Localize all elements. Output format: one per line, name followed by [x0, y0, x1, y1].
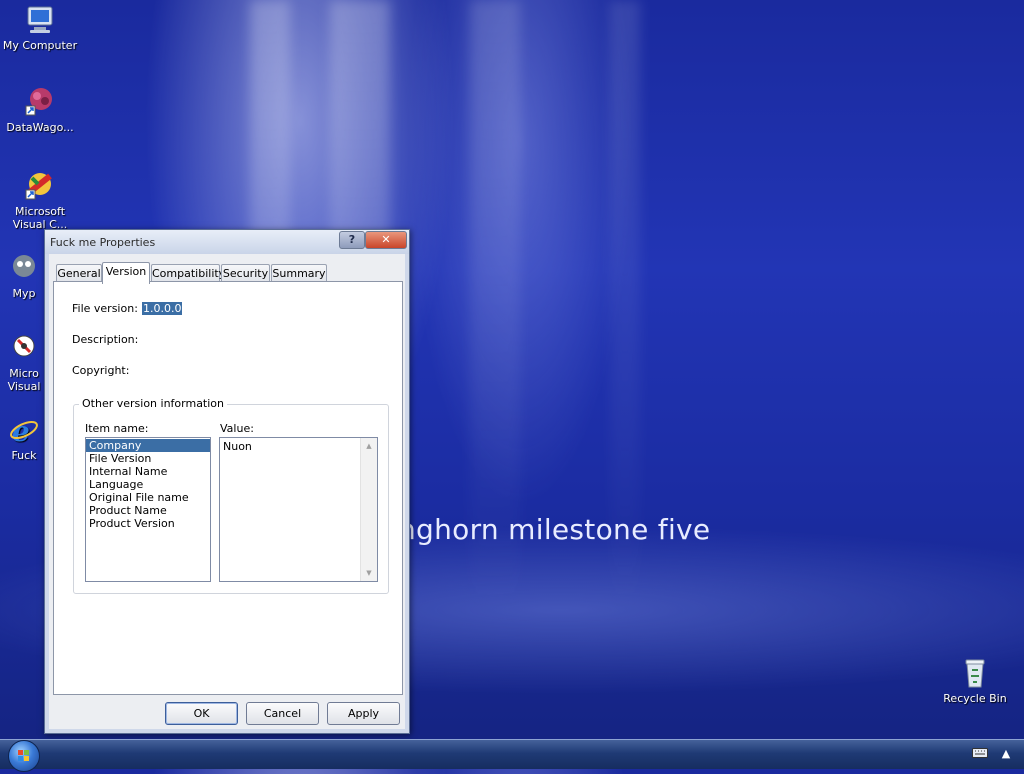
- dialog-client-area: General Version Compatibility Security S…: [49, 254, 405, 729]
- apply-button[interactable]: Apply: [327, 702, 400, 725]
- value-scrollbar[interactable]: ▲ ▼: [360, 438, 377, 581]
- computer-icon: [24, 4, 56, 36]
- description-label: Description:: [72, 333, 139, 346]
- svg-text:e: e: [12, 415, 30, 446]
- help-button[interactable]: ?: [339, 231, 365, 249]
- list-item[interactable]: Language: [86, 478, 210, 491]
- dialog-title: Fuck me Properties: [50, 236, 156, 249]
- file-version-value[interactable]: 1.0.0.0: [142, 302, 183, 315]
- desktop-icon-label: Micro Visual: [7, 367, 41, 393]
- copyright-label: Copyright:: [72, 364, 130, 377]
- desktop-icon-label: Recycle Bin: [943, 692, 1007, 705]
- version-tab-panel: File version: 1.0.0.0 Description: Copyr…: [53, 281, 403, 695]
- keyboard-icon[interactable]: [972, 747, 988, 761]
- desktop-icon-recycle-bin[interactable]: Recycle Bin: [935, 657, 1015, 705]
- tab-general[interactable]: General: [56, 264, 102, 282]
- visual-studio-icon: [24, 170, 56, 202]
- group-title: Other version information: [79, 397, 228, 410]
- list-item[interactable]: File Version: [86, 452, 210, 465]
- desktop-icon-datawagon[interactable]: DataWago...: [0, 86, 80, 134]
- value-text[interactable]: Nuon: [220, 438, 377, 453]
- taskbar: ▲: [0, 739, 1024, 772]
- scroll-up-arrow-icon[interactable]: ▲: [361, 438, 377, 454]
- cancel-button[interactable]: Cancel: [246, 702, 319, 725]
- list-item[interactable]: Product Version: [86, 517, 210, 530]
- item-name-label: Item name:: [85, 422, 149, 435]
- desktop-icon-label: Myp: [12, 287, 36, 300]
- file-version-label: File version:: [72, 302, 138, 315]
- close-button[interactable]: ✕: [365, 231, 407, 249]
- chevron-up-icon[interactable]: ▲: [998, 747, 1014, 761]
- shortcut-icon: [8, 332, 40, 364]
- recycle-bin-icon: [959, 657, 991, 689]
- ok-button[interactable]: OK: [165, 702, 238, 725]
- value-textbox[interactable]: Nuon ▲ ▼: [219, 437, 378, 582]
- system-tray: ▲: [968, 740, 1024, 769]
- start-orb-icon[interactable]: [8, 740, 40, 772]
- shortcut-icon: [8, 252, 40, 284]
- tab-compatibility[interactable]: Compatibility: [151, 264, 225, 282]
- properties-dialog: Fuck me Properties ? ✕ General Version C…: [44, 229, 410, 734]
- item-name-list[interactable]: Company File Version Internal Name Langu…: [85, 437, 211, 582]
- tab-security[interactable]: Security: [221, 264, 270, 282]
- internet-explorer-icon: e: [8, 414, 40, 448]
- list-item[interactable]: Product Name: [86, 504, 210, 517]
- wallpaper-text: nghorn milestone five: [398, 513, 711, 546]
- desktop-icon-label: My Computer: [2, 39, 78, 52]
- other-version-info-group: Other version information Item name: Val…: [73, 397, 389, 594]
- list-item[interactable]: Internal Name: [86, 465, 210, 478]
- scroll-down-arrow-icon[interactable]: ▼: [361, 565, 377, 581]
- tab-summary[interactable]: Summary: [271, 264, 327, 282]
- list-item[interactable]: Original File name: [86, 491, 210, 504]
- desktop-icon-my-computer[interactable]: My Computer: [0, 4, 80, 52]
- value-label: Value:: [220, 422, 254, 435]
- desktop-icon-visual-c[interactable]: Microsoft Visual C...: [0, 170, 80, 231]
- desktop-icon-label: Fuck: [11, 449, 37, 462]
- title-bar[interactable]: Fuck me Properties ? ✕: [45, 230, 409, 254]
- shortcut-icon: [24, 86, 56, 118]
- list-item[interactable]: Company: [86, 439, 210, 452]
- tab-version[interactable]: Version: [102, 262, 150, 284]
- desktop-icon-label: Microsoft Visual C...: [12, 205, 68, 231]
- desktop-icon-label: DataWago...: [6, 121, 74, 134]
